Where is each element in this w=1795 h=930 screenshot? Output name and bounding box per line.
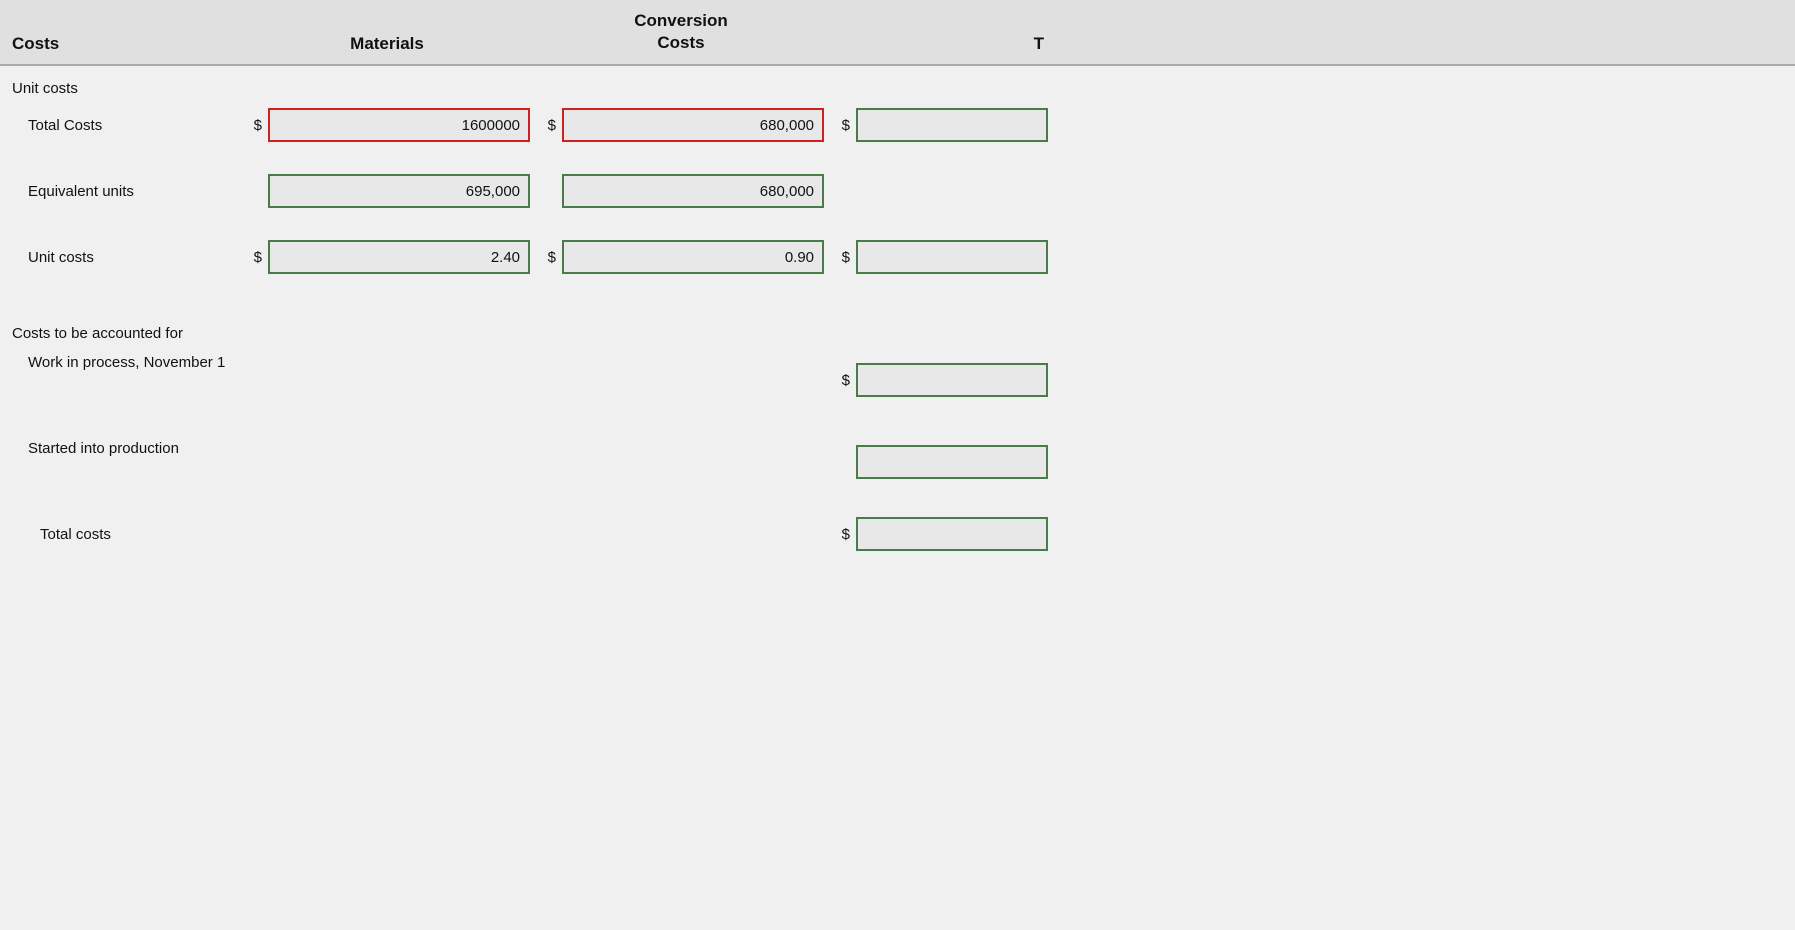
started-total-input-cell xyxy=(852,432,1052,492)
started-mat-dollar-empty xyxy=(240,432,264,492)
header-extra xyxy=(1052,0,1795,65)
unit-costs-header-label: Unit costs xyxy=(12,80,78,97)
total-costs-conv-input-cell xyxy=(558,101,828,149)
started-conv-input-empty xyxy=(558,432,828,492)
wip-mat-input-empty xyxy=(264,346,534,414)
spacer-3 xyxy=(0,414,1795,432)
total-costs2-conv-input-empty xyxy=(558,510,828,558)
unit-costs-section-header: Unit costs xyxy=(0,65,1795,101)
unit-costs-total-input[interactable] xyxy=(856,240,1048,274)
table-header-row: Costs Materials Conversion Costs T xyxy=(0,0,1795,65)
total-costs2-label: Total costs xyxy=(0,510,240,558)
unit-costs-conv-input-cell xyxy=(558,233,828,281)
unit-costs-extra xyxy=(1052,233,1795,281)
total-costs2-mat-dollar-empty xyxy=(240,510,264,558)
work-in-process-row: Work in process, November 1 $ xyxy=(0,346,1795,414)
equiv-units-conversion-input[interactable] xyxy=(562,174,824,208)
started-mat-input-empty xyxy=(264,432,534,492)
total-costs-mat-input-cell xyxy=(264,101,534,149)
equiv-units-extra xyxy=(1052,167,1795,215)
equiv-units-materials-input[interactable] xyxy=(268,174,530,208)
started-conv-dollar-empty xyxy=(534,432,558,492)
unit-costs-mat-input-cell xyxy=(264,233,534,281)
total-costs2-row: Total costs $ xyxy=(0,510,1795,558)
total-costs2-tot-dollar: $ xyxy=(828,510,852,558)
header-materials: Materials xyxy=(240,0,534,65)
equiv-units-tot-dollar-empty xyxy=(828,167,852,215)
equiv-units-mat-dollar-empty xyxy=(240,167,264,215)
wip-conv-input-empty xyxy=(558,346,828,414)
total-costs-conv-dollar: $ xyxy=(534,101,558,149)
unit-costs-total-input-cell xyxy=(852,233,1052,281)
wip-total-input[interactable] xyxy=(856,363,1048,397)
total-costs2-conv-dollar-empty xyxy=(534,510,558,558)
header-costs: Costs xyxy=(0,0,240,65)
total-costs-extra xyxy=(1052,101,1795,149)
wip-extra xyxy=(1052,346,1795,414)
started-extra xyxy=(1052,432,1795,492)
total-costs-label: Total Costs xyxy=(0,101,240,149)
unit-costs-conversion-input[interactable] xyxy=(562,240,824,274)
header-total: T xyxy=(828,0,1052,65)
started-tot-dollar-empty xyxy=(828,432,852,492)
main-table-container: Costs Materials Conversion Costs T Uni xyxy=(0,0,1795,558)
total-costs-mat-dollar: $ xyxy=(240,101,264,149)
unit-costs-tot-dollar: $ xyxy=(828,233,852,281)
costs-accounted-section-header: Costs to be accounted for xyxy=(0,317,1795,346)
total-costs-row: Total Costs $ $ $ xyxy=(0,101,1795,149)
wip-conv-dollar-empty xyxy=(534,346,558,414)
wip-tot-dollar: $ xyxy=(828,346,852,414)
equivalent-units-row: Equivalent units xyxy=(0,167,1795,215)
total-costs-total-input-cell xyxy=(852,101,1052,149)
unit-costs-materials-input[interactable] xyxy=(268,240,530,274)
unit-costs-conv-dollar: $ xyxy=(534,233,558,281)
wip-mat-dollar-empty xyxy=(240,346,264,414)
equiv-units-conv-dollar-empty xyxy=(534,167,558,215)
equiv-units-label: Equivalent units xyxy=(0,167,240,215)
spacer-1 xyxy=(0,149,1795,167)
total-costs-tot-dollar: $ xyxy=(828,101,852,149)
unit-costs-mat-dollar: $ xyxy=(240,233,264,281)
started-production-row: Started into production xyxy=(0,432,1795,492)
section-spacer xyxy=(0,281,1795,317)
unit-costs-row: Unit costs $ $ $ xyxy=(0,233,1795,281)
total-costs2-total-input-cell xyxy=(852,510,1052,558)
total-costs2-extra xyxy=(1052,510,1795,558)
equiv-units-mat-input-cell xyxy=(264,167,534,215)
equiv-units-conv-input-cell xyxy=(558,167,828,215)
total-costs-conversion-input[interactable] xyxy=(562,108,824,142)
spacer-4 xyxy=(0,492,1795,510)
equiv-units-total-empty xyxy=(852,167,1052,215)
unit-costs-label: Unit costs xyxy=(0,233,240,281)
total-costs-materials-input[interactable] xyxy=(268,108,530,142)
total-costs2-total-input[interactable] xyxy=(856,517,1048,551)
wip-total-input-cell xyxy=(852,346,1052,414)
started-label: Started into production xyxy=(0,432,240,492)
started-total-input[interactable] xyxy=(856,445,1048,479)
costs-accounted-header-label: Costs to be accounted for xyxy=(12,325,183,342)
spacer-2 xyxy=(0,215,1795,233)
header-conversion: Conversion Costs xyxy=(534,0,828,65)
total-costs-total-input[interactable] xyxy=(856,108,1048,142)
wip-label: Work in process, November 1 xyxy=(0,346,240,414)
total-costs2-mat-input-empty xyxy=(264,510,534,558)
